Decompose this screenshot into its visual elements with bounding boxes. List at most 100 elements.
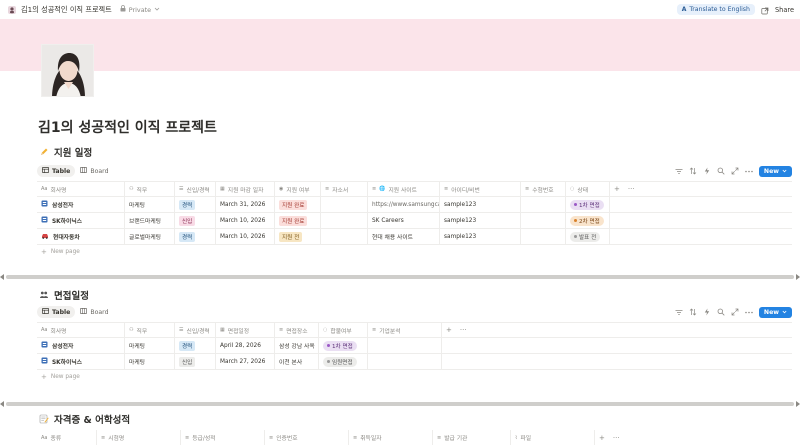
section-title-interview[interactable]: 면접일정: [39, 288, 89, 302]
cell-exam[interactable]: [521, 229, 566, 244]
cell-date[interactable]: March 27, 2026: [216, 354, 275, 369]
table-row[interactable]: 현대자동차 글로벌마케팅 경력 March 10, 2026 지원 전 현대 채…: [37, 229, 792, 245]
filter-icon[interactable]: [675, 308, 683, 316]
column-header-type[interactable]: ☰ 신입/경력: [175, 323, 216, 337]
new-button[interactable]: New: [758, 165, 792, 177]
cell-deadline[interactable]: March 10, 2026: [216, 229, 275, 244]
cell-applied[interactable]: 지원 전: [275, 229, 321, 244]
cell-applied[interactable]: 지원 완료: [275, 213, 321, 228]
cell-company[interactable]: 삼성전자: [37, 338, 125, 353]
cell-account[interactable]: sample123: [440, 213, 521, 228]
scroll-right-arrow[interactable]: [796, 274, 800, 280]
cell-status[interactable]: 1차 면접: [566, 197, 610, 212]
privacy-indicator[interactable]: Private: [120, 5, 160, 14]
cell-analysis[interactable]: [368, 354, 442, 369]
column-header-site[interactable]: ≡ 🌐 지원 사이트: [368, 182, 440, 196]
new-button[interactable]: New: [758, 306, 792, 318]
column-header-essay[interactable]: ≡ 자소서: [321, 182, 368, 196]
cell-essay[interactable]: [321, 197, 368, 212]
cell-essay[interactable]: [321, 229, 368, 244]
cell-place[interactable]: 이천 본사: [275, 354, 319, 369]
table-row[interactable]: 삼성전자 마케팅 경력 April 28, 2026 삼성 강남 사옥 1차 면…: [37, 338, 792, 354]
new-page-row[interactable]: + New page: [37, 370, 792, 384]
section-title-certs[interactable]: 자격증 & 어학성적: [39, 412, 130, 426]
cell-type[interactable]: 경력: [175, 229, 216, 244]
more-icon[interactable]: ···: [613, 434, 620, 442]
cell-role[interactable]: 마케팅: [125, 338, 175, 353]
view-tab-table[interactable]: Table: [37, 306, 76, 318]
cell-site[interactable]: 현대 채용 사이트: [368, 229, 440, 244]
share-button[interactable]: Share: [775, 6, 794, 14]
column-header-deadline[interactable]: ▦ 지원 마감 일자: [216, 182, 275, 196]
new-page-row[interactable]: + New page: [37, 245, 792, 259]
cell-exam[interactable]: [521, 197, 566, 212]
table-row[interactable]: SK하이닉스 브랜드마케팅 신입 March 10, 2026 지원 완료 SK…: [37, 213, 792, 229]
cell-essay[interactable]: [321, 213, 368, 228]
translate-button[interactable]: A Translate to English: [676, 4, 755, 15]
column-header-company[interactable]: Aa 회사명: [37, 182, 125, 196]
table-row[interactable]: SK하이닉스 마케팅 신입 March 27, 2026 이천 본사 임원면접: [37, 354, 792, 370]
view-tab-board[interactable]: Board: [75, 165, 113, 177]
column-header-exam[interactable]: ≡ 수험번호: [521, 182, 566, 196]
more-icon[interactable]: [745, 167, 753, 175]
cell-date[interactable]: April 28, 2026: [216, 338, 275, 353]
column-header-applied[interactable]: ◉ 지원 여부: [275, 182, 321, 196]
sort-icon[interactable]: [689, 167, 697, 175]
column-header-place[interactable]: ≡ 면접장소: [275, 323, 319, 337]
cell-company[interactable]: 삼성전자: [37, 197, 125, 212]
cell-applied[interactable]: 지원 완료: [275, 197, 321, 212]
column-header-cert-number[interactable]: ≡ 인증번호: [265, 430, 349, 445]
column-header-exam-name[interactable]: ≡ 시험명: [97, 430, 181, 445]
expand-icon[interactable]: [731, 167, 739, 175]
cell-result[interactable]: 임원면접: [319, 354, 368, 369]
column-header-file[interactable]: ⌇ 파일: [511, 430, 595, 445]
cell-type[interactable]: 경력: [175, 197, 216, 212]
add-column[interactable]: + ···: [442, 323, 472, 337]
scrollbar-thumb[interactable]: [6, 275, 794, 279]
column-header-account[interactable]: ≡ 아이디/비번: [440, 182, 521, 196]
scrollbar-thumb[interactable]: [6, 402, 794, 406]
page-title[interactable]: 김1의 성공적인 이직 프로젝트: [38, 117, 217, 137]
column-header-type[interactable]: ☰ 신입/경력: [175, 182, 216, 196]
scroll-left-arrow[interactable]: [0, 401, 4, 407]
cell-exam[interactable]: [521, 213, 566, 228]
sort-icon[interactable]: [689, 308, 697, 316]
column-header-grade[interactable]: ≡ 등급/성적: [181, 430, 265, 445]
table-row[interactable]: 삼성전자 마케팅 경력 March 31, 2026 지원 완료 https:/…: [37, 197, 792, 213]
plus-icon[interactable]: +: [446, 326, 452, 334]
cell-account[interactable]: sample123: [440, 229, 521, 244]
external-link-icon[interactable]: [761, 0, 769, 19]
cell-company[interactable]: SK하이닉스: [37, 213, 125, 228]
filter-icon[interactable]: [675, 167, 683, 175]
column-header-result[interactable]: ◌ 합불여부: [319, 323, 368, 337]
cell-account[interactable]: sample123: [440, 197, 521, 212]
cell-company[interactable]: SK하이닉스: [37, 354, 125, 369]
cell-site[interactable]: SK Careers: [368, 213, 440, 228]
cell-role[interactable]: 마케팅: [125, 354, 175, 369]
cell-type[interactable]: 경력: [175, 338, 216, 353]
column-header-role[interactable]: ⚇ 직무: [125, 323, 175, 337]
page-cover[interactable]: [0, 19, 800, 71]
search-icon[interactable]: [717, 167, 725, 175]
more-icon[interactable]: [745, 308, 753, 316]
breadcrumb-page-name[interactable]: 김1의 성공적인 이직 프로젝트: [21, 5, 112, 15]
view-tab-board[interactable]: Board: [75, 306, 113, 318]
column-header-analysis[interactable]: ≡ 기업분석: [368, 323, 442, 337]
add-column[interactable]: + ···: [595, 430, 635, 445]
cell-analysis[interactable]: [368, 338, 442, 353]
cell-deadline[interactable]: March 10, 2026: [216, 213, 275, 228]
search-icon[interactable]: [717, 308, 725, 316]
cell-deadline[interactable]: March 31, 2026: [216, 197, 275, 212]
plus-icon[interactable]: +: [614, 185, 620, 193]
cell-company[interactable]: 현대자동차: [37, 229, 125, 244]
scroll-right-arrow[interactable]: [796, 401, 800, 407]
column-header-kind[interactable]: Aa 종류: [37, 430, 97, 445]
add-column[interactable]: + ···: [610, 182, 640, 196]
column-header-company[interactable]: Aa 회사명: [37, 323, 125, 337]
cell-place[interactable]: 삼성 강남 사옥: [275, 338, 319, 353]
plus-icon[interactable]: +: [599, 434, 605, 442]
page-avatar-image[interactable]: [41, 44, 94, 97]
column-header-date[interactable]: ▦ 면접일정: [216, 323, 275, 337]
column-header-role[interactable]: ⚇ 직무: [125, 182, 175, 196]
expand-icon[interactable]: [731, 308, 739, 316]
